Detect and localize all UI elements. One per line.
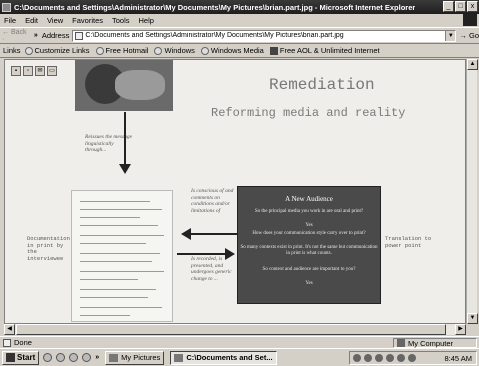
horizontal-scrollbar[interactable]: ◀ ▶ (4, 324, 466, 335)
arrow-left-head (181, 228, 191, 240)
taskbar: Start » My Pictures C:\Documents and Set… (0, 348, 479, 366)
quicklaunch-chevron-icon[interactable]: » (95, 354, 99, 361)
volume-icon[interactable] (353, 354, 361, 362)
windows-flag-icon (6, 353, 15, 362)
link-windows[interactable]: Windows (154, 46, 195, 55)
address-url[interactable]: C:\Documents and Settings\Administrator\… (85, 32, 343, 39)
tray-icon[interactable] (375, 354, 383, 362)
ie-page-icon (200, 46, 209, 55)
back-button[interactable]: ← Back · (2, 29, 30, 43)
title-bar: C:\Documents and Settings\Administrator\… (0, 0, 479, 14)
task-my-pictures[interactable]: My Pictures (105, 350, 165, 365)
diagram-arrows (119, 112, 237, 260)
address-label: Address (41, 31, 70, 40)
link-customize-links[interactable]: Customize Links (24, 46, 90, 55)
scroll-up-icon[interactable]: ▲ (467, 59, 478, 70)
link-windows-media[interactable]: Windows Media (200, 46, 264, 55)
go-label: Go (468, 31, 479, 40)
toolbar-chevron-icon[interactable]: » (34, 32, 38, 39)
tray-icon[interactable] (408, 354, 416, 362)
arrow-down-head (119, 164, 131, 174)
link-free-hotmail[interactable]: Free Hotmail (95, 46, 148, 55)
links-bar: Links Customize Links Free Hotmail Windo… (0, 44, 479, 58)
minimize-button[interactable]: _ (443, 1, 454, 12)
network-icon[interactable] (364, 354, 372, 362)
computer-icon (397, 339, 405, 347)
start-button[interactable]: Start (2, 350, 40, 365)
system-tray: 8:45 AM (349, 351, 477, 365)
window-controls: _ □ x (443, 1, 478, 12)
address-dropdown-icon[interactable]: ▼ (445, 30, 456, 41)
tray-icon[interactable] (386, 354, 394, 362)
ie-app-icon (2, 2, 11, 12)
status-bar: Done My Computer (0, 336, 479, 348)
menu-tools[interactable]: Tools (112, 16, 130, 25)
task-ie-window[interactable]: C:\Documents and Set... (170, 350, 277, 365)
ie-page-icon (95, 46, 104, 55)
page-icon (3, 338, 11, 347)
scroll-thumb[interactable] (16, 324, 446, 335)
vertical-scrollbar[interactable]: ▲ ▼ (466, 59, 478, 324)
ie-page-icon (154, 46, 163, 55)
status-text: Done (14, 338, 32, 347)
menu-edit[interactable]: Edit (25, 16, 38, 25)
clock: 8:45 AM (444, 353, 472, 363)
address-input[interactable]: C:\Documents and Settings\Administrator\… (72, 29, 457, 42)
folder-icon (109, 353, 119, 362)
aol-icon (269, 46, 278, 55)
ie-icon (174, 353, 184, 362)
quicklaunch-help-icon[interactable] (82, 353, 92, 362)
scroll-down-icon[interactable]: ▼ (467, 313, 478, 324)
ie-page-icon (24, 46, 33, 55)
link-free-aol[interactable]: Free AOL & Unlimited Internet (269, 46, 380, 55)
window-title: C:\Documents and Settings\Administrator\… (14, 2, 416, 12)
menu-help[interactable]: Help (139, 16, 154, 25)
menu-view[interactable]: View (47, 16, 63, 25)
quicklaunch-ie-icon[interactable] (56, 353, 66, 362)
scroll-right-icon[interactable]: ▶ (455, 324, 466, 335)
zone-label: My Computer (408, 338, 454, 348)
page-icon (75, 31, 84, 40)
close-button[interactable]: x (467, 1, 478, 12)
menu-bar: File Edit View Favorites Tools Help (0, 14, 479, 27)
windows-logo-icon (463, 14, 477, 26)
start-label: Start (17, 353, 36, 362)
address-bar: ← Back · » Address C:\Documents and Sett… (0, 27, 479, 44)
scroll-left-icon[interactable]: ◀ (4, 324, 15, 335)
arrow-right-head (225, 248, 235, 260)
quicklaunch-desktop-icon[interactable] (43, 353, 53, 362)
quicklaunch-media-icon[interactable] (69, 353, 79, 362)
links-label: Links (3, 46, 21, 55)
page-content: ▪ ▫ ✉ ▭ Remediation Reforming media and … (4, 59, 466, 324)
go-button[interactable]: → Go (459, 31, 479, 40)
maximize-button[interactable]: □ (455, 1, 466, 12)
tray-icon[interactable] (397, 354, 405, 362)
menu-file[interactable]: File (4, 16, 16, 25)
security-zone: My Computer (393, 338, 477, 348)
menu-favorites[interactable]: Favorites (72, 16, 103, 25)
